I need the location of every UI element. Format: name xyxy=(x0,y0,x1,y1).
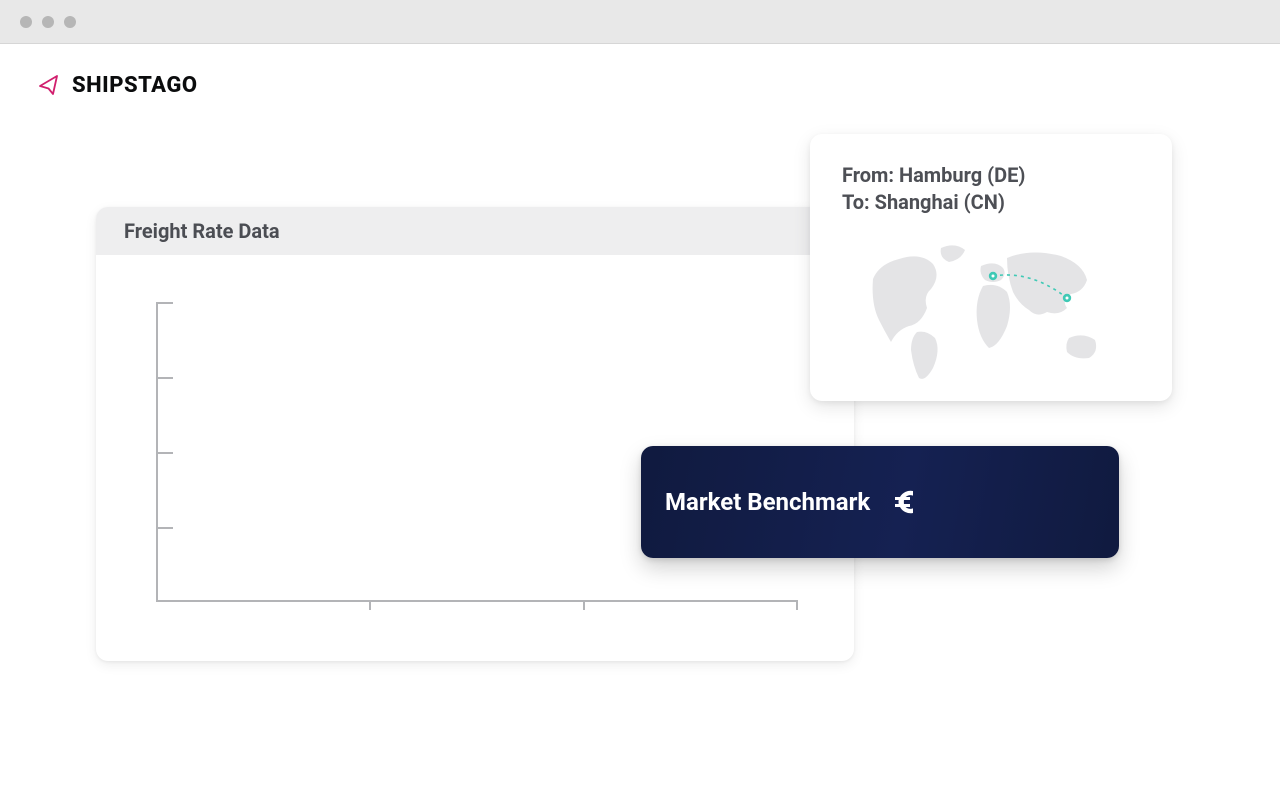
x-tick xyxy=(796,600,798,610)
freight-card-title: Freight Rate Data xyxy=(124,219,280,243)
benchmark-label: Market Benchmark xyxy=(665,488,870,516)
window-close-dot[interactable] xyxy=(20,16,32,28)
map-pin-origin-icon xyxy=(989,272,997,280)
route-from-value: Hamburg (DE) xyxy=(899,163,1025,187)
y-tick xyxy=(158,302,173,304)
x-tick xyxy=(369,600,371,610)
y-tick xyxy=(158,527,173,529)
window-minimize-dot[interactable] xyxy=(42,16,54,28)
route-to: To: Shanghai (CN) xyxy=(842,189,1140,216)
freight-card-header: Freight Rate Data xyxy=(96,207,854,255)
route-to-label: To: xyxy=(842,190,870,214)
route-from-label: From: xyxy=(842,163,894,187)
brand-name: SHIPSTAGO xyxy=(72,73,198,98)
browser-chrome xyxy=(0,0,1280,44)
y-tick xyxy=(158,377,173,379)
y-tick xyxy=(158,452,173,454)
map-pin-destination-icon xyxy=(1063,294,1071,302)
x-axis xyxy=(156,600,796,602)
world-map xyxy=(842,234,1140,384)
market-benchmark-card[interactable]: Market Benchmark xyxy=(641,446,1119,558)
route-from: From: Hamburg (DE) xyxy=(842,162,1140,189)
route-card: From: Hamburg (DE) To: Shanghai (CN) xyxy=(810,134,1172,401)
window-zoom-dot[interactable] xyxy=(64,16,76,28)
freight-rate-card: Freight Rate Data xyxy=(96,207,854,661)
brand-logo[interactable]: SHIPSTAGO xyxy=(36,72,198,98)
euro-icon xyxy=(886,483,924,521)
x-tick xyxy=(583,600,585,610)
paper-plane-icon xyxy=(36,72,62,98)
y-axis xyxy=(156,302,158,602)
route-to-value: Shanghai (CN) xyxy=(875,190,1005,214)
